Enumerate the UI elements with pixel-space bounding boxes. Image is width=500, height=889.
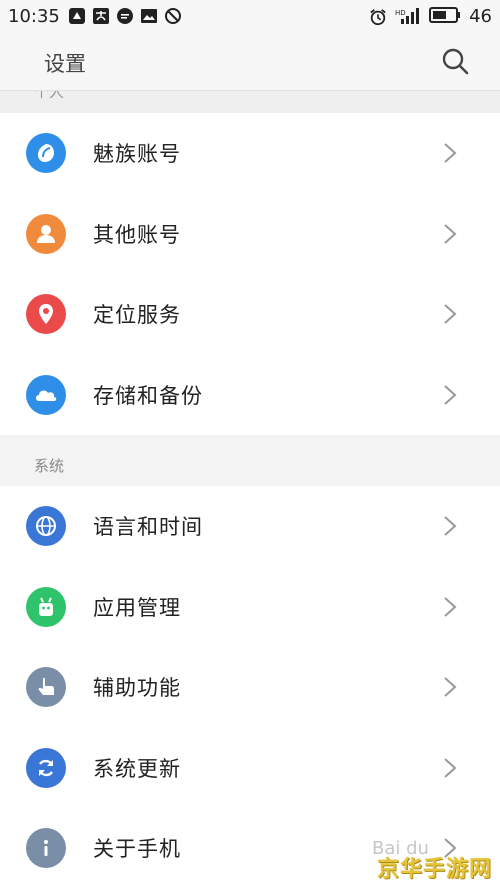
settings-item-other-accounts[interactable]: 其他账号 — [0, 194, 500, 275]
battery-level: 46 — [469, 5, 492, 27]
notification-icon — [68, 7, 86, 25]
item-label: 魅族账号 — [93, 142, 181, 167]
settings-item-system-update[interactable]: 系统更新 — [0, 728, 500, 809]
settings-item-flyme-account[interactable]: 魅族账号 — [0, 113, 500, 194]
section-header-system: 系统 — [0, 436, 500, 486]
gallery-icon — [140, 7, 158, 25]
battery-icon — [429, 7, 461, 25]
chevron-right-icon — [442, 757, 458, 779]
cloud-icon — [26, 374, 66, 415]
svg-text:HD: HD — [395, 9, 406, 17]
item-label: 其他账号 — [93, 222, 181, 247]
status-bar: 10:35 HD 46 — [0, 0, 500, 32]
location-pin-icon — [26, 294, 66, 335]
info-icon — [26, 828, 66, 869]
do-not-disturb-icon — [164, 7, 182, 25]
item-label: 存储和备份 — [93, 383, 203, 408]
globe-icon — [26, 506, 66, 547]
chevron-right-icon — [442, 142, 458, 164]
status-time: 10:35 — [8, 5, 60, 27]
section-label: 系统 — [34, 457, 65, 475]
chevron-right-icon — [442, 303, 458, 325]
person-icon — [26, 213, 66, 254]
brand-watermark: 京华手游网 — [376, 857, 492, 882]
alipay-icon — [92, 7, 110, 25]
settings-group-personal: 魅族账号 其他账号 定位服务 存储和备份 — [0, 113, 500, 435]
settings-group-system: 语言和时间 应用管理 辅助功能 系统更新 关于手机 — [0, 486, 500, 889]
chevron-right-icon — [442, 596, 458, 618]
page-title: 设置 — [44, 52, 86, 76]
item-label: 系统更新 — [93, 756, 181, 781]
settings-item-app-management[interactable]: 应用管理 — [0, 567, 500, 648]
settings-item-location-service[interactable]: 定位服务 — [0, 274, 500, 355]
item-label: 语言和时间 — [93, 515, 203, 540]
section-header-personal: 个人 — [0, 91, 500, 113]
signal-icon: HD — [395, 7, 421, 25]
hand-pointer-icon — [26, 667, 66, 708]
section-label: 个人 — [34, 91, 65, 101]
settings-item-accessibility[interactable]: 辅助功能 — [0, 647, 500, 728]
status-left-icons — [68, 7, 182, 25]
chevron-right-icon — [442, 223, 458, 245]
settings-item-language-time[interactable]: 语言和时间 — [0, 486, 500, 567]
chevron-right-icon — [442, 676, 458, 698]
item-label: 辅助功能 — [93, 676, 181, 701]
item-label: 关于手机 — [93, 837, 181, 862]
alarm-icon — [369, 7, 387, 26]
refresh-icon — [26, 747, 66, 788]
app-bar: 设置 — [0, 32, 500, 91]
item-label: 应用管理 — [93, 595, 181, 620]
status-right: HD 46 — [369, 0, 492, 32]
item-label: 定位服务 — [93, 303, 181, 328]
search-icon — [442, 48, 469, 75]
chevron-right-icon — [442, 515, 458, 537]
message-icon — [116, 7, 134, 25]
flyme-account-icon — [26, 133, 66, 174]
chevron-right-icon — [442, 384, 458, 406]
search-button[interactable] — [440, 46, 470, 76]
settings-item-storage-backup[interactable]: 存储和备份 — [0, 355, 500, 436]
android-icon — [26, 586, 66, 627]
